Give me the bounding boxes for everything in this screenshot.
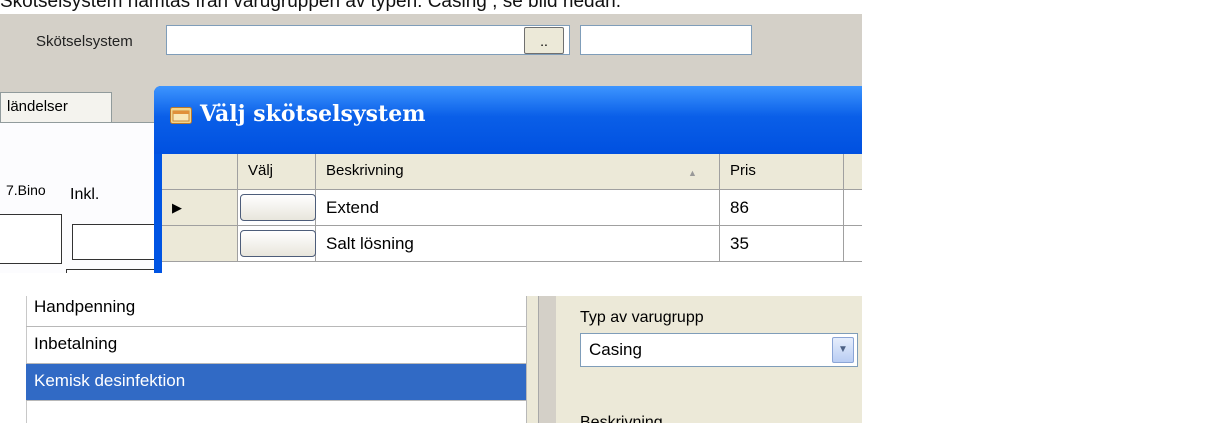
product-group-type-select[interactable]: Casing bbox=[580, 333, 858, 367]
select-cell bbox=[238, 226, 316, 262]
field-box[interactable] bbox=[0, 214, 62, 264]
inkl-label: Inkl. bbox=[70, 186, 100, 203]
column-header-pris[interactable]: Pris bbox=[720, 154, 844, 190]
list-item[interactable] bbox=[26, 401, 526, 423]
bino-label: 7.Bino bbox=[6, 182, 46, 198]
list-left-strip bbox=[0, 296, 27, 423]
column-header-label: Beskrivning bbox=[326, 162, 404, 179]
skotselsystem-code-input[interactable] bbox=[580, 25, 752, 55]
description-label: Beskrivning bbox=[580, 414, 663, 423]
description-cell[interactable]: Extend bbox=[316, 190, 720, 226]
select-row-button[interactable] bbox=[240, 194, 316, 221]
field-box[interactable] bbox=[66, 269, 162, 273]
tab-handelser[interactable]: ländelser bbox=[0, 92, 112, 122]
filler-cell bbox=[844, 190, 862, 226]
list-item-kemisk-desinfektion[interactable]: Kemisk desinfektion bbox=[26, 364, 526, 401]
browse-button[interactable]: .. bbox=[524, 27, 564, 54]
dialog-titlebar[interactable]: Välj skötselsystem bbox=[154, 86, 862, 154]
window-icon bbox=[170, 107, 192, 124]
top-screenshot: Skötselsystem .. ländelser 7.Bino Inkl. … bbox=[0, 14, 862, 273]
list-item-inbetalning[interactable]: Inbetalning bbox=[26, 327, 526, 364]
current-row-icon: ▶ bbox=[172, 200, 182, 215]
column-header-valj[interactable]: Välj bbox=[238, 154, 316, 190]
list-item-handpenning[interactable]: Handpenning bbox=[26, 296, 526, 327]
skotselsystem-input[interactable] bbox=[166, 25, 570, 55]
care-system-grid: Välj Beskrivning ▲ Pris ▶ Extend 86 Salt… bbox=[162, 154, 862, 273]
bottom-screenshot: Handpenning Inbetalning Kemisk desinfekt… bbox=[0, 296, 862, 423]
sort-ascending-icon: ▲ bbox=[688, 168, 697, 178]
row-header[interactable]: ▶ bbox=[162, 190, 238, 226]
dialog-title: Välj skötselsystem bbox=[200, 101, 426, 127]
description-cell[interactable]: Salt lösning bbox=[316, 226, 720, 262]
field-box[interactable] bbox=[72, 224, 162, 260]
column-header-filler bbox=[844, 154, 862, 190]
price-cell[interactable]: 86 bbox=[720, 190, 844, 226]
caption-text: Skötselsystem hämtas från varugruppen av… bbox=[0, 0, 622, 12]
price-cell[interactable]: 35 bbox=[720, 226, 844, 262]
select-care-system-dialog: Välj skötselsystem Välj Beskrivning ▲ Pr… bbox=[154, 86, 862, 273]
select-row-button[interactable] bbox=[240, 230, 316, 257]
product-group-type-label: Typ av varugrupp bbox=[580, 309, 704, 326]
chevron-down-icon[interactable]: ▼ bbox=[832, 337, 854, 363]
filler-cell bbox=[844, 226, 862, 262]
row-header-corner bbox=[162, 154, 238, 190]
column-header-beskrivning[interactable]: Beskrivning ▲ bbox=[316, 154, 720, 190]
splitter-bar[interactable] bbox=[538, 296, 556, 423]
skotselsystem-label: Skötselsystem bbox=[36, 33, 133, 50]
row-header[interactable] bbox=[162, 226, 238, 262]
select-cell bbox=[238, 190, 316, 226]
